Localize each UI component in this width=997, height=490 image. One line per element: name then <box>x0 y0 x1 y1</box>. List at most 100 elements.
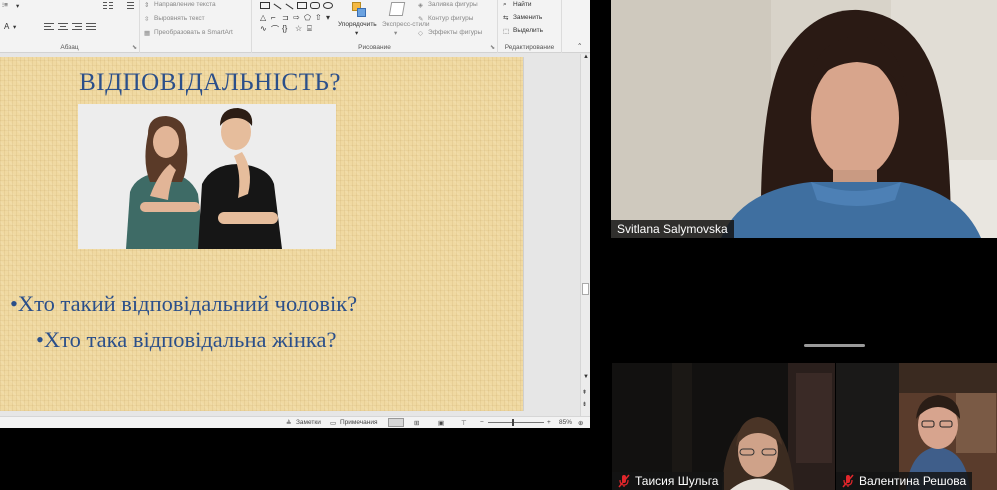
shape-outline-command[interactable]: Контур фигуры <box>428 15 473 22</box>
align-right-icon[interactable] <box>72 23 82 31</box>
participant-2-video-frame <box>612 363 835 490</box>
oval-shape-icon[interactable] <box>323 2 333 9</box>
normal-view-icon[interactable] <box>388 418 404 427</box>
next-slide-icon[interactable]: ⇟ <box>582 401 587 408</box>
arc-shape-icon[interactable]: ⌒ <box>271 24 279 35</box>
vertical-scrollbar[interactable]: ▲ ▼ ⇞ ⇟ <box>580 54 590 416</box>
editing-group-label: Редактирование <box>504 44 555 51</box>
arrange-icon-back <box>357 8 366 17</box>
line-shape-icon[interactable] <box>285 3 294 10</box>
line-spacing-icon[interactable] <box>124 2 134 10</box>
slide-bullet-2[interactable]: •Хто така відповідальна жінка? <box>36 327 337 353</box>
slideshow-icon[interactable]: ⊤ <box>461 419 467 427</box>
text-direction-icon[interactable]: ⇕ <box>144 1 149 9</box>
slide-sorter-icon[interactable]: ⊞ <box>414 419 419 427</box>
shapes-gallery[interactable]: △ ⌐ ⊐ ⇨ ⬠ ⇧ ▾ ∿ ⌒ {} ☆ ⌸ <box>260 2 336 36</box>
zoom-slider[interactable] <box>488 419 544 426</box>
panel-resize-handle[interactable] <box>804 344 865 347</box>
collapse-ribbon-icon[interactable]: ⌃ <box>577 42 582 50</box>
paragraph-group: ⁝≡ ▾ A ▾ Абзац ⬊ <box>0 0 140 53</box>
previous-slide-icon[interactable]: ⇞ <box>582 389 587 396</box>
speaker-name: Svitlana Salymovska <box>617 222 728 236</box>
mic-muted-icon <box>842 474 854 488</box>
line-shape-icon[interactable] <box>273 3 282 10</box>
speaker-video-frame <box>611 0 997 238</box>
brace-shape-icon[interactable]: {} <box>282 24 287 33</box>
bracket-shape-icon[interactable]: ⊐ <box>282 13 289 22</box>
slide[interactable]: ВІДПОВІДАЛЬНІСТЬ? •Хто такий відповідаль… <box>0 57 524 411</box>
dialog-launcher-icon[interactable]: ⬊ <box>490 44 495 51</box>
zoom-out-icon[interactable]: − <box>480 419 484 426</box>
bullets-icon[interactable]: ⁝≡ <box>2 1 8 9</box>
arrange-button[interactable]: Упорядочить ▾ <box>338 2 380 38</box>
align-left-icon[interactable] <box>44 23 54 31</box>
paragraph-group-label: Абзац <box>60 44 79 51</box>
justify-icon[interactable] <box>86 23 96 31</box>
slide-title[interactable]: ВІДПОВІДАЛЬНІСТЬ? <box>0 69 420 97</box>
shape-effects-command[interactable]: Эффекты фигуры <box>428 29 482 36</box>
align-text-icon[interactable]: ⇳ <box>144 15 149 23</box>
select-command[interactable]: Выделить <box>513 27 543 34</box>
align-center-icon[interactable] <box>58 23 68 31</box>
star-shape-icon[interactable]: ☆ <box>295 24 302 33</box>
scroll-down-icon[interactable]: ▼ <box>583 374 589 380</box>
shape-outline-icon[interactable]: ✎ <box>418 15 423 23</box>
textbox-shape-icon[interactable] <box>260 2 270 9</box>
callout-shape-icon[interactable]: ⌸ <box>307 24 312 34</box>
connector-shape-icon[interactable]: ⌐ <box>271 13 276 22</box>
comments-icon[interactable]: ▭ <box>330 419 336 427</box>
slide-editor[interactable]: ВІДПОВІДАЛЬНІСТЬ? •Хто такий відповідаль… <box>0 54 590 416</box>
fit-to-window-icon[interactable]: ⊕ <box>578 419 583 427</box>
replace-icon[interactable]: ⇆ <box>503 14 508 22</box>
quick-styles-button[interactable]: Экспресс-стили ▾ <box>380 2 430 38</box>
slide-photo-thinking-couple[interactable] <box>78 104 336 249</box>
drawing-group: △ ⌐ ⊐ ⇨ ⬠ ⇧ ▾ ∿ ⌒ {} ☆ ⌸ Упорядочить ▾ Э… <box>252 0 498 53</box>
shape-fill-command[interactable]: Заливка фигуры <box>428 1 478 8</box>
replace-command[interactable]: Заменить <box>513 14 542 21</box>
shape-effects-icon[interactable]: ◇ <box>418 29 423 37</box>
shape-fill-icon[interactable]: ◈ <box>418 1 423 9</box>
triangle-shape-icon[interactable]: △ <box>260 13 266 22</box>
dropdown-icon: ▾ <box>355 30 359 37</box>
scroll-up-icon[interactable]: ▲ <box>583 54 589 60</box>
pentagon-shape-icon[interactable]: ⬠ <box>304 13 311 22</box>
notes-icon[interactable]: ≜ <box>286 419 291 427</box>
convert-smartart-command[interactable]: Преобразовать в SmartArt <box>154 29 233 36</box>
video-tile-participant-3[interactable]: Валентина Решова <box>836 363 997 490</box>
find-icon[interactable]: ⌕ <box>503 1 507 9</box>
align-text-command[interactable]: Выровнять текст <box>154 15 205 22</box>
rectangle-shape-icon[interactable] <box>297 2 307 9</box>
arrow-shape-icon[interactable]: ⇧ <box>315 13 322 22</box>
find-command[interactable]: Найти <box>513 1 532 8</box>
text-direction-command[interactable]: Направление текста <box>154 1 216 8</box>
rounded-rectangle-shape-icon[interactable] <box>310 2 320 9</box>
font-color-icon[interactable]: A <box>4 22 9 31</box>
comments-button[interactable]: Примечания <box>340 419 378 426</box>
quick-styles-icon <box>388 2 406 16</box>
dropdown-icon[interactable]: ▾ <box>16 2 19 10</box>
text-commands: ⇕ Направление текста ⇳ Выровнять текст ▦… <box>140 0 252 53</box>
dialog-launcher-icon[interactable]: ⬊ <box>132 44 137 51</box>
editing-group: ⌕ Найти ⇆ Заменить ⬚ Выделить Редактиров… <box>498 0 562 53</box>
video-tile-speaker[interactable]: Svitlana Salymovska <box>611 0 997 238</box>
columns-icon[interactable] <box>103 2 113 10</box>
dropdown-icon[interactable]: ▾ <box>13 23 16 31</box>
dropdown-icon: ▾ <box>394 30 398 37</box>
arrow-shape-icon[interactable]: ⇨ <box>293 13 300 22</box>
gallery-more-icon[interactable]: ▾ <box>326 13 330 22</box>
select-icon[interactable]: ⬚ <box>503 27 509 35</box>
scrollbar-thumb[interactable] <box>582 283 589 295</box>
ribbon: ⁝≡ ▾ A ▾ Абзац ⬊ ⇕ Направление текста ⇳ … <box>0 0 590 53</box>
meeting-window: ⁝≡ ▾ A ▾ Абзац ⬊ ⇕ Направление текста ⇳ … <box>0 0 997 490</box>
video-tile-participant-2[interactable]: Таисия Шульга <box>612 363 835 490</box>
smartart-icon[interactable]: ▦ <box>144 29 150 37</box>
slide-bullet-1[interactable]: •Хто такий відповідальний чоловік? <box>10 291 357 317</box>
curve-shape-icon[interactable]: ∿ <box>260 24 267 33</box>
zoom-in-icon[interactable]: + <box>547 419 551 426</box>
zoom-slider-thumb[interactable] <box>512 419 514 426</box>
participant-2-name-tag: Таисия Шульга <box>612 472 725 490</box>
notes-button[interactable]: Заметки <box>296 419 321 426</box>
participant-3-name: Валентина Решова <box>859 474 967 488</box>
zoom-level[interactable]: 85% <box>559 419 572 426</box>
reading-view-icon[interactable]: ▣ <box>438 419 444 427</box>
